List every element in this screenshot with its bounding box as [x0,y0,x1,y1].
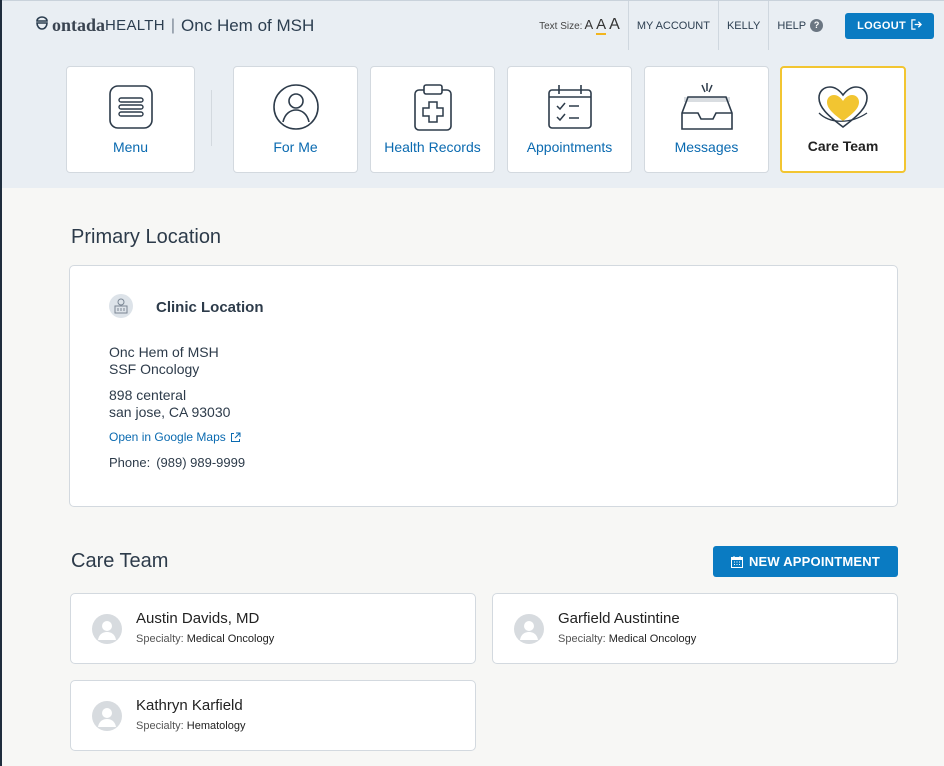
clipboard-icon [411,81,455,133]
help-label: HELP [777,19,807,32]
specialty-label: Specialty: [136,720,184,732]
tile-menu[interactable]: Menu [66,66,195,173]
user-name-link[interactable]: KELLY [717,1,768,50]
brand-name-light: HEALTH [105,17,165,34]
care-team-member-card[interactable]: Austin Davids, MD Specialty: Medical Onc… [70,593,476,664]
specialty-value: Medical Oncology [608,633,697,645]
specialty-value: Hematology [186,720,246,732]
tile-care-team[interactable]: Care Team [780,66,906,173]
calendar-check-icon [545,81,595,133]
brand[interactable]: ontada HEALTH | Onc Hem of MSH [34,15,314,36]
clinic-location-title: Clinic Location [156,299,264,316]
new-appointment-button[interactable]: NEW APPOINTMENT [713,546,898,577]
tile-for-me[interactable]: For Me [233,66,358,173]
member-name: Kathryn Karfield [136,697,243,714]
tile-health-records[interactable]: Health Records [370,66,495,173]
clinic-phone: Phone: (989) 989-9999 [109,455,245,470]
text-size-medium[interactable]: A [596,16,607,35]
clinic-icon [109,294,133,318]
logout-button[interactable]: LOGOUT [845,12,934,39]
clinic-address-line2: san jose, CA 93030 [109,404,231,420]
heart-icon [813,82,873,134]
external-link-icon [230,432,241,443]
tile-label: Health Records [384,139,481,155]
clinic-name: Onc Hem of MSH [109,344,219,360]
google-maps-link[interactable]: Open in Google Maps [109,430,241,444]
tile-appointments[interactable]: Appointments [507,66,632,173]
member-specialty: Specialty: Hematology [136,720,245,732]
tile-label: Appointments [526,139,613,155]
specialty-label: Specialty: [558,633,606,645]
care-team-member-card[interactable]: Kathryn Karfield Specialty: Hematology [70,680,476,751]
avatar [92,614,122,644]
brand-name-bold: ontada [52,15,106,35]
care-team-heading: Care Team [71,550,169,572]
text-size-label: Text Size: [539,21,583,32]
text-size-large[interactable]: A [609,16,620,34]
tile-label: Messages [674,139,739,155]
phone-number[interactable]: (989) 989-9999 [156,455,245,470]
divider [211,90,212,146]
help-link[interactable]: HELP ? [768,1,831,50]
google-maps-label: Open in Google Maps [109,430,226,444]
calendar-icon [730,555,743,568]
text-size-control: Text Size: A A A [539,16,620,35]
specialty-label: Specialty: [136,633,184,645]
member-name: Austin Davids, MD [136,610,260,627]
clinic-address-line1: 898 centeral [109,387,187,403]
clinic-location-card: Clinic Location Onc Hem of MSH SSF Oncol… [69,265,898,507]
new-appointment-label: NEW APPOINTMENT [748,554,881,569]
member-specialty: Specialty: Medical Oncology [558,633,696,645]
avatar [92,701,122,731]
tile-messages[interactable]: Messages [644,66,769,173]
inbox-icon [678,81,736,133]
top-header: ontada HEALTH | Onc Hem of MSH Text Size… [2,0,944,50]
top-nav: Text Size: A A A MY ACCOUNT KELLY HELP ?… [539,1,934,50]
brand-separator: | [170,16,176,34]
specialty-value: Medical Oncology [186,633,275,645]
my-account-link[interactable]: MY ACCOUNT [627,1,718,50]
member-name: Garfield Austintine [558,610,680,627]
ontada-logo-icon [34,15,50,36]
clinic-department: SSF Oncology [109,361,200,377]
question-icon: ? [810,19,824,32]
tile-label: Care Team [807,138,879,154]
text-size-small[interactable]: A [584,17,593,32]
organization-name: Onc Hem of MSH [181,15,315,35]
tile-label: For Me [273,139,318,155]
phone-label: Phone: [109,455,151,470]
care-team-member-card[interactable]: Garfield Austintine Specialty: Medical O… [492,593,898,664]
menu-icon [108,81,154,133]
main-nav-tiles: Menu For Me Health Records Appointments … [2,50,944,188]
logout-label: LOGOUT [857,19,906,32]
user-icon [271,81,321,133]
logout-icon [911,18,922,33]
primary-location-heading: Primary Location [71,226,222,248]
tile-label: Menu [112,139,149,155]
avatar [514,614,544,644]
member-specialty: Specialty: Medical Oncology [136,633,274,645]
